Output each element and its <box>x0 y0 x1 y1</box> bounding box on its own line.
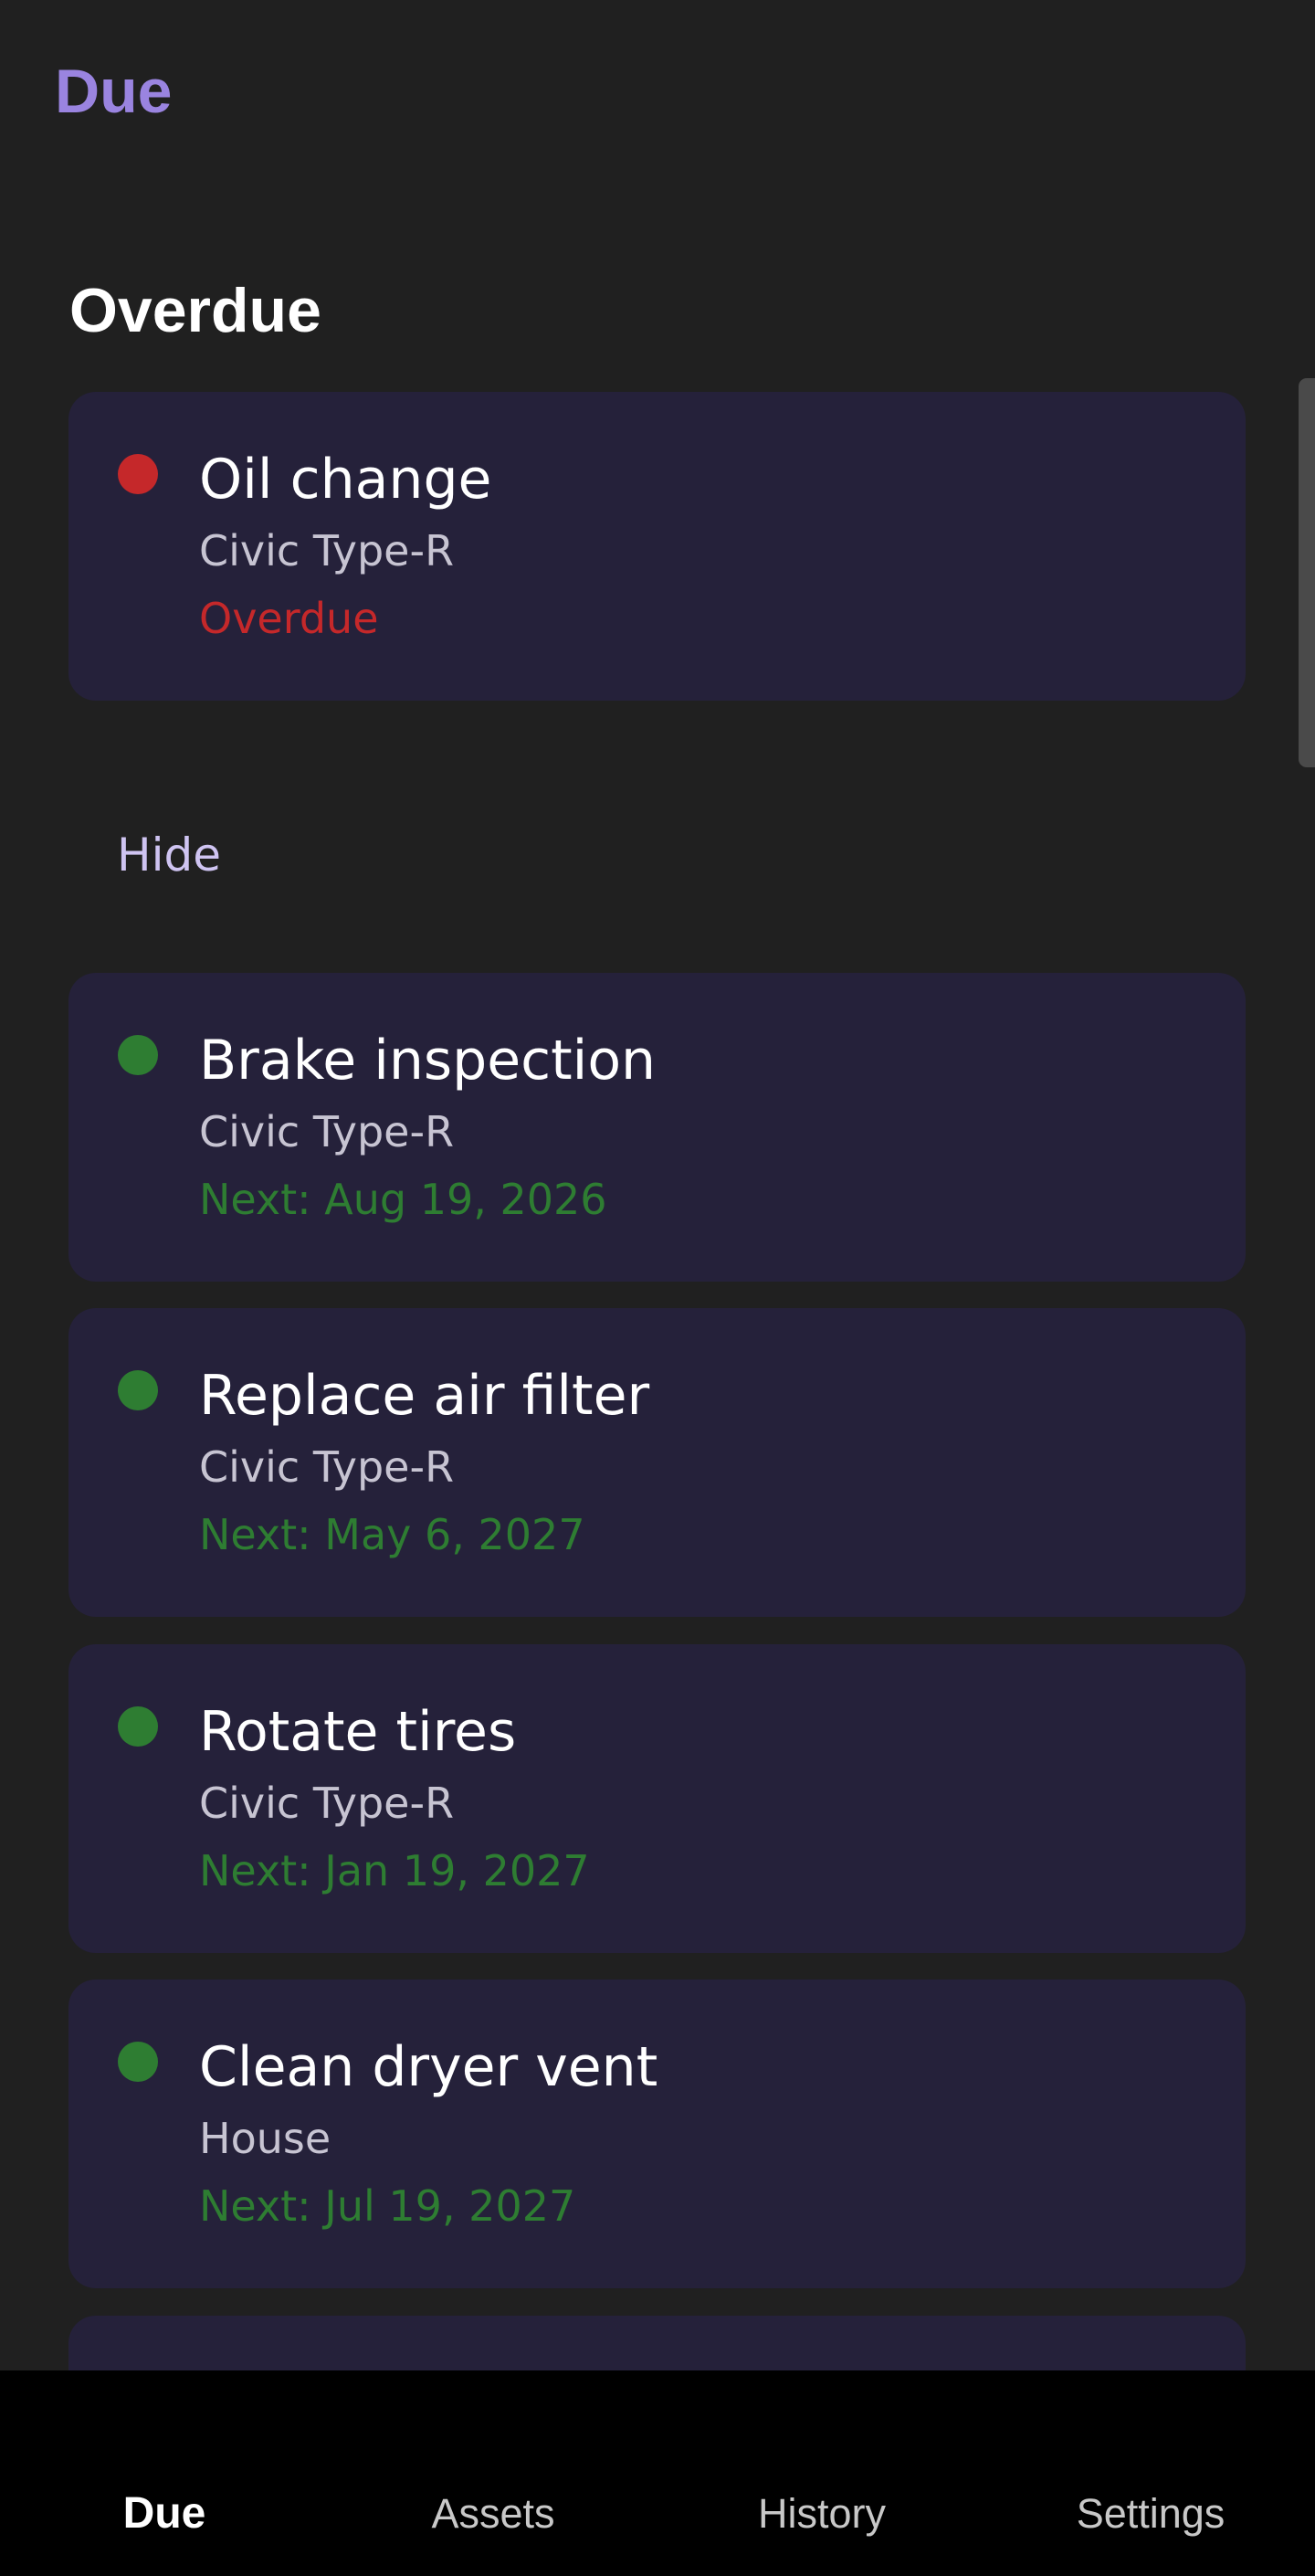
bottom-navigation <box>0 2370 1315 2576</box>
task-title: Brake inspection <box>199 1029 657 1093</box>
section-title-overdue: Overdue <box>69 276 321 345</box>
scrollbar[interactable] <box>1299 378 1315 767</box>
status-dot-icon <box>118 1706 158 1747</box>
task-card-brake-inspection[interactable]: Brake inspection Civic Type-R Next: Aug … <box>68 973 1246 1282</box>
task-title: Clean dryer vent <box>199 2035 658 2099</box>
task-title: Rotate tires <box>199 1700 517 1764</box>
hide-button[interactable]: Hide <box>95 822 243 888</box>
asset-name: Civic Type-R <box>199 1107 455 1156</box>
status-dot-icon <box>118 454 158 494</box>
next-due-date: Next: May 6, 2027 <box>199 1510 585 1559</box>
asset-name: Civic Type-R <box>199 526 455 575</box>
nav-tab-due[interactable]: Due <box>91 2486 237 2541</box>
status-dot-icon <box>118 1370 158 1410</box>
due-status: Overdue <box>199 594 379 643</box>
nav-tab-assets[interactable]: Assets <box>402 2486 584 2541</box>
task-title: Replace air filter <box>199 1364 650 1428</box>
asset-name: Civic Type-R <box>199 1779 455 1828</box>
status-dot-icon <box>118 1035 158 1075</box>
page-title: Due <box>55 57 173 126</box>
task-card-replace-air-filter[interactable]: Replace air filter Civic Type-R Next: Ma… <box>68 1308 1246 1617</box>
next-due-date: Next: Jul 19, 2027 <box>199 2181 576 2231</box>
task-card-clean-dryer-vent[interactable]: Clean dryer vent House Next: Jul 19, 202… <box>68 1980 1246 2288</box>
next-due-date: Next: Aug 19, 2026 <box>199 1175 607 1224</box>
nav-tab-history[interactable]: History <box>721 2486 922 2541</box>
task-card-rotate-tires[interactable]: Rotate tires Civic Type-R Next: Jan 19, … <box>68 1644 1246 1953</box>
task-title: Oil change <box>199 448 492 512</box>
nav-tab-settings[interactable]: Settings <box>1050 2486 1251 2541</box>
status-dot-icon <box>118 2042 158 2082</box>
asset-name: House <box>199 2114 331 2163</box>
asset-name: Civic Type-R <box>199 1442 455 1492</box>
next-due-date: Next: Jan 19, 2027 <box>199 1846 590 1895</box>
task-card-oil-change[interactable]: Oil change Civic Type-R Overdue <box>68 392 1246 701</box>
